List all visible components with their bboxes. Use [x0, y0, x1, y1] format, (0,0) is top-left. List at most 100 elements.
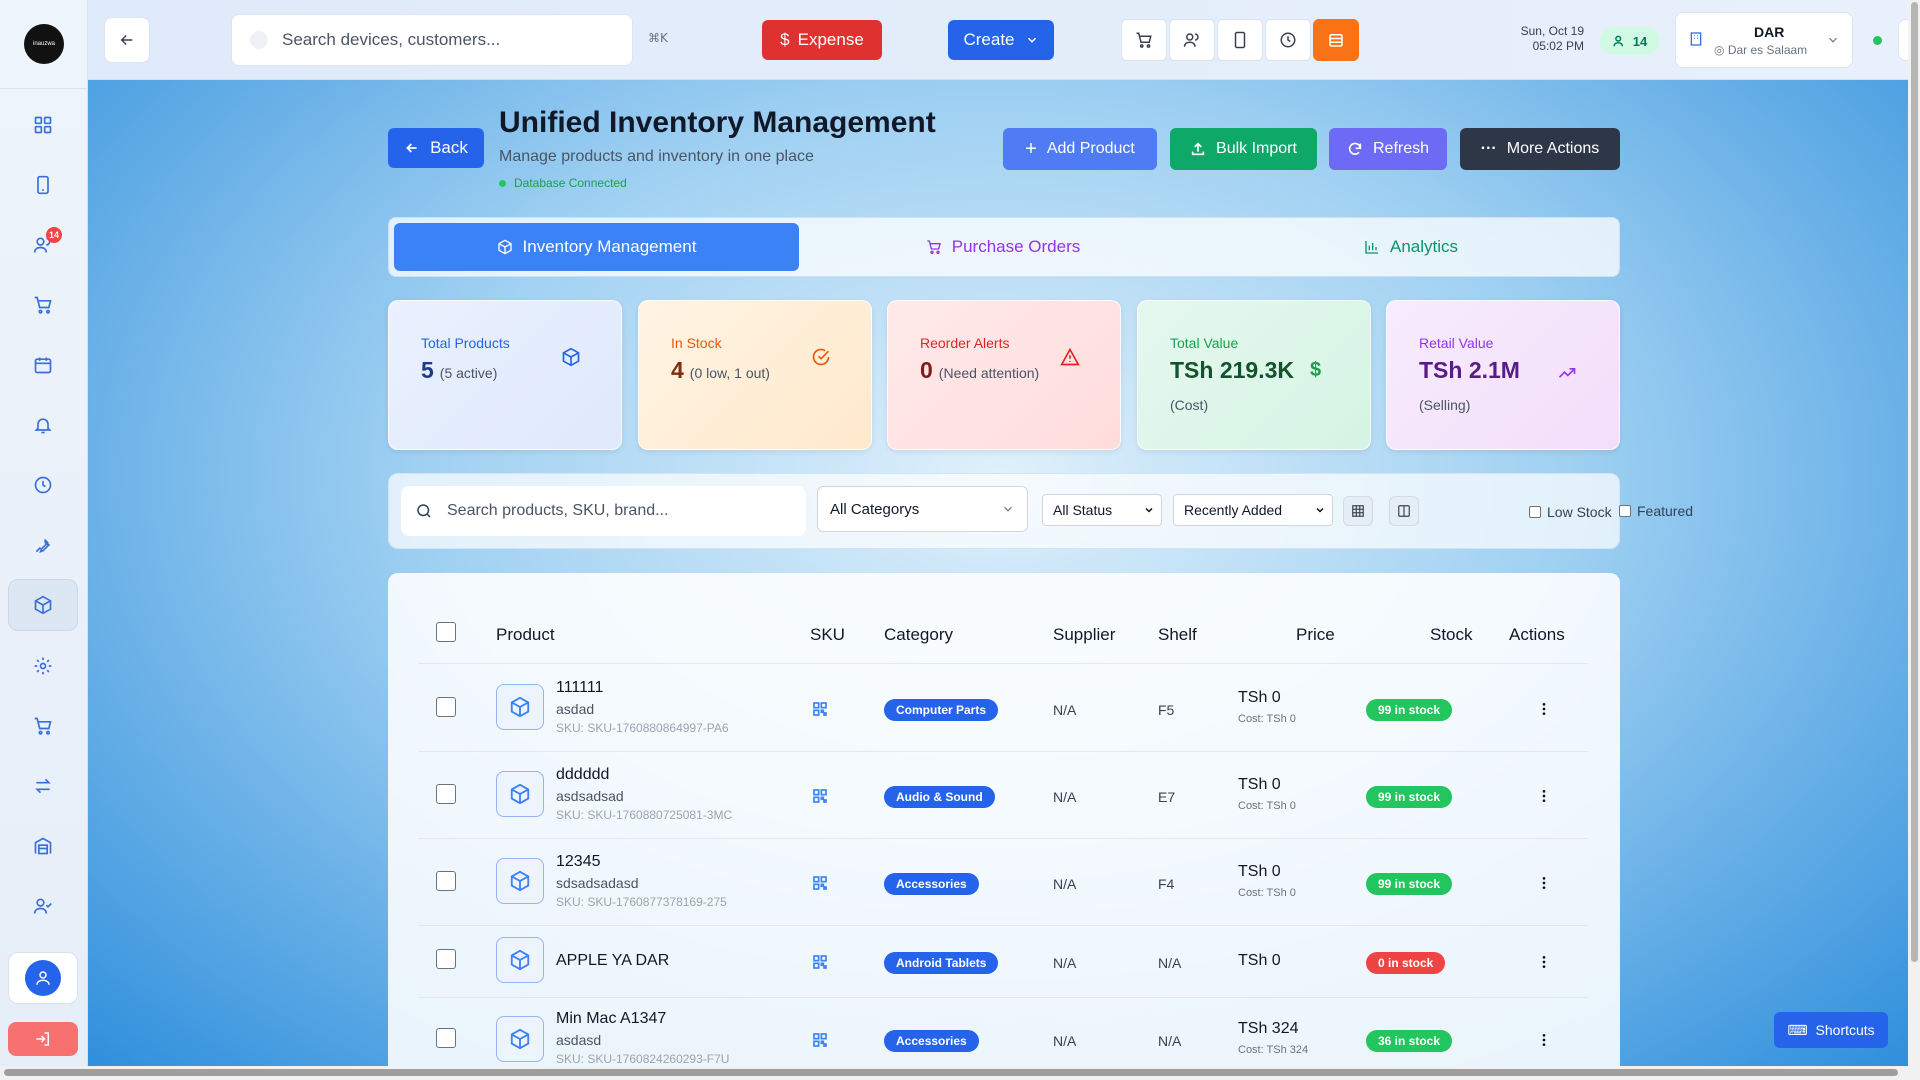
add-product-button[interactable]: + Add Product	[1003, 128, 1157, 170]
stat-number: TSh 219.3K	[1170, 357, 1294, 383]
branch-selector[interactable]: DAR ◎ Dar es Salaam	[1675, 12, 1853, 68]
sidebar-item-inventory[interactable]	[8, 579, 78, 631]
row-checkbox[interactable]	[436, 871, 456, 891]
col-header-product[interactable]: Product	[496, 625, 555, 645]
more-vertical-icon[interactable]	[1536, 701, 1552, 717]
col-header-price[interactable]: Price	[1296, 625, 1335, 645]
table-row[interactable]: Min Mac A1347 asdasd SKU: SKU-1760824260…	[388, 998, 1620, 1066]
sidebar-item-dashboard[interactable]	[8, 99, 78, 151]
horizontal-scrollbar-thumb[interactable]	[4, 1069, 1898, 1076]
col-header-actions: Actions	[1509, 625, 1565, 644]
brand-logo[interactable]: inauzwa	[24, 24, 64, 64]
sidebar-item-employees[interactable]	[8, 880, 78, 932]
transfer-icon	[35, 778, 51, 794]
qr-code-icon[interactable]	[812, 1032, 828, 1048]
table-row[interactable]: dddddd asdsadsad SKU: SKU-1760880725081-…	[388, 752, 1620, 839]
featured-filter[interactable]: Featured	[1619, 503, 1693, 519]
sidebar-item-notifications[interactable]	[8, 399, 78, 451]
sidebar-item-calendar[interactable]	[8, 339, 78, 391]
cost-cell: Cost: TSh 324	[1238, 1044, 1309, 1056]
stat-total-products: Total Products 5 (5 active)	[388, 300, 622, 450]
sidebar-item-settings[interactable]	[8, 640, 78, 692]
product-name[interactable]: dddddd	[556, 766, 609, 784]
sidebar-item-pos[interactable]	[8, 279, 78, 331]
create-button[interactable]: Create	[948, 20, 1054, 60]
stat-label: Retail Value	[1419, 335, 1494, 351]
category-badge: Accessories	[884, 873, 979, 895]
low-stock-checkbox[interactable]	[1529, 506, 1541, 518]
sidebar-item-transfers[interactable]	[8, 760, 78, 812]
qr-code-icon[interactable]	[812, 954, 828, 970]
product-name[interactable]: 111111	[556, 679, 603, 697]
category-badge: Accessories	[884, 1030, 979, 1052]
product-name[interactable]: APPLE YA DAR	[556, 952, 669, 970]
product-search-input[interactable]: Search products, SKU, brand...	[401, 486, 806, 536]
expense-button[interactable]: $ Expense	[762, 20, 882, 60]
products-table: Product SKU Category Supplier Shelf Pric…	[388, 573, 1620, 1066]
col-header-shelf[interactable]: Shelf	[1158, 625, 1197, 645]
more-actions-button[interactable]: ··· More Actions	[1460, 128, 1620, 170]
table-row[interactable]: 111111 asdad SKU: SKU-1760880864997-PA6 …	[388, 665, 1620, 752]
low-stock-filter[interactable]: Low Stock	[1529, 504, 1612, 520]
col-header-category[interactable]: Category	[884, 625, 953, 645]
sidebar-item-customers[interactable]: 14	[8, 219, 78, 271]
devices-quick-button[interactable]	[1217, 19, 1263, 61]
inventory-quick-button[interactable]	[1313, 19, 1359, 61]
sidebar-item-devices[interactable]	[8, 159, 78, 211]
table-row[interactable]: APPLE YA DAR Android Tablets N/A N/A TSh…	[388, 926, 1620, 998]
status-select[interactable]: All Status	[1042, 494, 1162, 526]
datetime: Sun, Oct 19 05:02 PM	[1506, 24, 1584, 54]
qr-code-icon[interactable]	[812, 875, 828, 891]
customers-quick-button[interactable]	[1169, 19, 1215, 61]
pos-quick-button[interactable]	[1121, 19, 1167, 61]
col-header-stock[interactable]: Stock	[1430, 625, 1473, 645]
product-name[interactable]: Min Mac A1347	[556, 1010, 666, 1028]
vertical-scrollbar-thumb[interactable]	[1911, 2, 1918, 962]
qr-code-icon[interactable]	[812, 701, 828, 717]
tab-bar: Inventory Management Purchase Orders Ana…	[388, 217, 1620, 277]
history-quick-button[interactable]	[1265, 19, 1311, 61]
col-header-supplier[interactable]: Supplier	[1053, 625, 1115, 645]
shortcut-hint: ⌘K	[648, 31, 668, 45]
row-checkbox[interactable]	[436, 784, 456, 804]
row-checkbox[interactable]	[436, 949, 456, 969]
row-checkbox[interactable]	[436, 1028, 456, 1048]
tab-analytics[interactable]: Analytics	[1207, 223, 1615, 271]
logout-button[interactable]	[8, 1022, 78, 1056]
stat-in-stock: In Stock 4 (0 low, 1 out)	[638, 300, 872, 450]
wrench-icon	[35, 538, 51, 553]
bulk-import-button[interactable]: Bulk Import	[1170, 128, 1317, 170]
global-search-input[interactable]: Search devices, customers...	[231, 14, 633, 66]
sidebar-item-warehouse[interactable]	[8, 820, 78, 872]
table-row[interactable]: 12345 sdsadsadasd SKU: SKU-1760877378169…	[388, 839, 1620, 926]
sidebar-item-repairs[interactable]	[8, 519, 78, 571]
more-vertical-icon[interactable]	[1536, 875, 1552, 891]
online-users-badge[interactable]: 14	[1600, 27, 1660, 55]
refresh-icon	[1348, 142, 1362, 155]
more-vertical-icon[interactable]	[1536, 788, 1552, 804]
more-vertical-icon[interactable]	[1536, 1032, 1552, 1048]
row-checkbox[interactable]	[436, 697, 456, 717]
tab-purchase-orders[interactable]: Purchase Orders	[799, 223, 1207, 271]
more-vertical-icon[interactable]	[1536, 954, 1552, 970]
select-all-checkbox[interactable]	[436, 622, 456, 642]
col-header-sku[interactable]: SKU	[810, 625, 845, 645]
tab-inventory[interactable]: Inventory Management	[394, 223, 799, 271]
refresh-button[interactable]: Refresh	[1329, 128, 1447, 170]
topbar-back-button[interactable]	[104, 17, 150, 63]
shortcuts-button[interactable]: ⌨ Shortcuts	[1774, 1012, 1888, 1048]
grid-view-button[interactable]	[1343, 496, 1373, 526]
product-name[interactable]: 12345	[556, 853, 601, 871]
user-profile-button[interactable]	[8, 952, 78, 1004]
supplier-cell: N/A	[1053, 876, 1077, 892]
sidebar-item-purchases[interactable]	[8, 700, 78, 752]
sidebar-item-history[interactable]	[8, 459, 78, 511]
back-button[interactable]: Back	[388, 128, 484, 168]
sort-select[interactable]: Recently Added	[1173, 494, 1333, 526]
qr-code-icon[interactable]	[812, 788, 828, 804]
status-value: All Status	[1053, 502, 1113, 518]
featured-checkbox[interactable]	[1619, 505, 1631, 517]
category-select[interactable]: All Categorys	[817, 486, 1028, 532]
price-cell: TSh 0	[1238, 863, 1281, 880]
column-view-button[interactable]	[1389, 496, 1419, 526]
